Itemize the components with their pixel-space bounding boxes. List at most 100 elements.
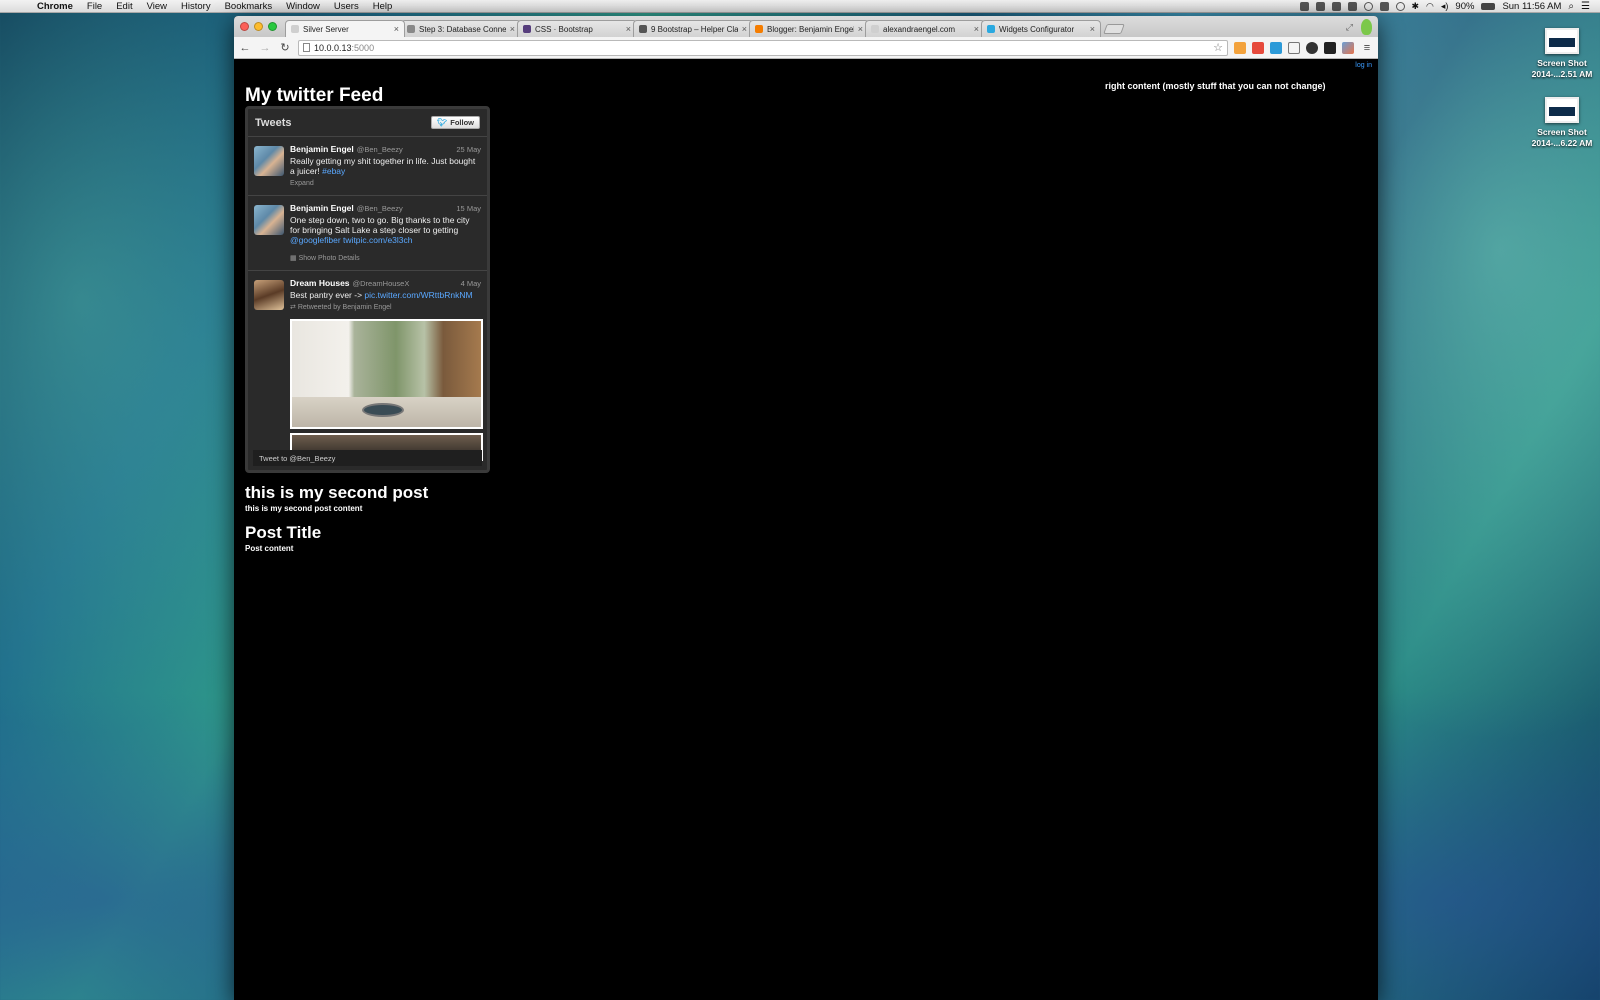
tweet-item[interactable]: Dream Houses @DreamHouseX 4 May Best pan… <box>248 271 487 467</box>
window-controls <box>240 16 277 37</box>
tweet-author-handle[interactable]: @Ben_Beezy <box>357 145 403 155</box>
mac-menubar: Chrome File Edit View History Bookmarks … <box>0 0 1600 13</box>
color-extension-icon[interactable] <box>1252 41 1264 54</box>
tab-close-icon[interactable]: × <box>394 24 399 34</box>
volume-icon[interactable]: ◂) <box>1441 1 1449 12</box>
wifi-icon[interactable]: ◠ <box>1426 1 1434 12</box>
menu-history[interactable]: History <box>174 1 218 12</box>
tab-close-icon[interactable]: × <box>858 24 863 34</box>
post-content: Post content <box>245 544 294 553</box>
show-photo-details-link[interactable]: ▦ Show Photo Details <box>290 254 481 264</box>
browser-tab[interactable]: Widgets Configurator × <box>981 20 1101 37</box>
tweet-hashtag-link[interactable]: #ebay <box>322 166 345 176</box>
chrome-menu-icon[interactable]: ≡ <box>1360 42 1374 54</box>
menu-bookmarks[interactable]: Bookmarks <box>218 1 280 12</box>
tweet-date[interactable]: 25 May <box>456 145 481 155</box>
battery-percent[interactable]: 90% <box>1455 1 1474 12</box>
bluetooth-icon[interactable]: ✱ <box>1412 1 1420 12</box>
evernote-extension-icon[interactable] <box>1361 19 1372 35</box>
new-tab-button[interactable] <box>1103 24 1125 34</box>
menubar-clock[interactable]: Sun 11:56 AM <box>1502 1 1561 12</box>
tweet-link[interactable]: @googlefiber twitpic.com/e3l3ch <box>290 235 413 245</box>
browser-tab[interactable]: Silver Server × <box>285 20 405 37</box>
timeline-header: Tweets 🐦︎ Follow <box>248 109 487 137</box>
back-button[interactable]: ← <box>238 42 252 54</box>
menu-file[interactable]: File <box>80 1 109 12</box>
tweet-expand-link[interactable]: Expand <box>290 179 481 189</box>
tab-title: Silver Server <box>303 24 349 34</box>
glasses-extension-icon[interactable] <box>1306 41 1318 54</box>
tab-close-icon[interactable]: × <box>974 24 979 34</box>
notification-bell-icon[interactable] <box>1331 1 1341 11</box>
app-status-icon[interactable] <box>1379 1 1389 11</box>
zoom-window-button[interactable] <box>268 22 277 31</box>
fullscreen-icon[interactable]: ⤢ <box>1346 22 1353 33</box>
browser-tab[interactable]: 9 Bootstrap – Helper Clas × <box>633 20 753 37</box>
tab-close-icon[interactable]: × <box>626 24 631 34</box>
address-bar[interactable]: 10.0.0.13:5000 ☆ <box>298 39 1228 56</box>
tweet-author-name[interactable]: Dream Houses <box>290 278 350 288</box>
tweet-date[interactable]: 4 May <box>461 279 481 289</box>
tweet-item[interactable]: Benjamin Engel @Ben_Beezy 15 May One ste… <box>248 196 487 271</box>
cast-extension-icon[interactable] <box>1288 41 1300 54</box>
menu-edit[interactable]: Edit <box>109 1 139 12</box>
rss-extension-icon[interactable] <box>1234 41 1246 54</box>
tweet-author-name[interactable]: Benjamin Engel <box>290 203 354 213</box>
puzzle-extension-icon[interactable] <box>1324 41 1336 54</box>
menu-window[interactable]: Window <box>279 1 327 12</box>
photo-icon: ▦ <box>290 255 299 262</box>
menu-help[interactable]: Help <box>366 1 400 12</box>
menu-view[interactable]: View <box>140 1 174 12</box>
tweet-author-handle[interactable]: @DreamHouseX <box>353 279 410 289</box>
blog-post: Post Title Post content <box>245 523 321 553</box>
forward-button[interactable]: → <box>258 42 272 54</box>
battery-icon[interactable] <box>1481 2 1496 10</box>
tab-close-icon[interactable]: × <box>510 24 515 34</box>
evernote-icon[interactable] <box>1299 1 1309 11</box>
reload-button[interactable]: ↻ <box>278 41 292 54</box>
close-window-button[interactable] <box>240 22 249 31</box>
avatar[interactable] <box>254 146 284 176</box>
tweet-photo[interactable] <box>290 319 483 429</box>
tab-close-icon[interactable]: × <box>742 24 747 34</box>
twitter-timeline-widget: Tweets 🐦︎ Follow Benjamin Engel @Ben_Bee… <box>245 106 490 473</box>
twitter-bird-icon: 🐦︎ <box>437 118 448 127</box>
menu-app-name[interactable]: Chrome <box>30 1 80 12</box>
eyedropper-extension-icon[interactable] <box>1342 41 1354 54</box>
menu-users[interactable]: Users <box>327 1 366 12</box>
tweet-to-box[interactable]: Tweet to @Ben_Beezy <box>253 450 482 466</box>
address-port: :5000 <box>351 42 375 53</box>
tweet-body: One step down, two to go. Big thanks to … <box>290 215 470 235</box>
tweet-author-name[interactable]: Benjamin Engel <box>290 144 354 154</box>
browser-tab[interactable]: CSS · Bootstrap × <box>517 20 637 37</box>
tweet-item[interactable]: Benjamin Engel @Ben_Beezy 25 May Really … <box>248 137 487 196</box>
login-link[interactable]: log in <box>1355 62 1372 69</box>
desktop-file-date: 2014-...6.22 AM <box>1531 138 1593 148</box>
avatar[interactable] <box>254 280 284 310</box>
tweet-author-handle[interactable]: @Ben_Beezy <box>357 204 403 214</box>
bookmark-star-icon[interactable]: ☆ <box>1213 41 1223 54</box>
follow-button[interactable]: 🐦︎ Follow <box>431 116 480 129</box>
notification-center-icon[interactable]: ☰ <box>1581 1 1590 12</box>
minimize-window-button[interactable] <box>254 22 263 31</box>
address-host: 10.0.0.13 <box>314 42 352 53</box>
time-machine-icon[interactable] <box>1395 1 1405 11</box>
display-icon[interactable] <box>1315 1 1325 11</box>
post-title: Post Title <box>245 523 322 542</box>
check-extension-icon[interactable] <box>1270 41 1282 54</box>
browser-tab[interactable]: alexandraengel.com × <box>865 20 985 37</box>
info-icon[interactable] <box>1363 1 1373 11</box>
browser-tab[interactable]: Step 3: Database Connecti × <box>401 20 521 37</box>
tab-title: Blogger: Benjamin Engel <box>767 24 854 34</box>
browser-tab[interactable]: Blogger: Benjamin Engel × <box>749 20 869 37</box>
desktop-file-screenshot-2[interactable]: Screen Shot 2014-...6.22 AM <box>1522 97 1600 149</box>
timeline-title: Tweets <box>255 116 292 129</box>
tab-close-icon[interactable]: × <box>1090 24 1095 34</box>
tweet-pic-link[interactable]: pic.twitter.com/WRttbRnkNM <box>364 290 472 300</box>
tweet-date[interactable]: 15 May <box>456 204 481 214</box>
desktop-file-screenshot-1[interactable]: Screen Shot 2014-...2.51 AM <box>1522 28 1600 80</box>
avatar[interactable] <box>254 205 284 235</box>
spotlight-search-icon[interactable]: ⌕ <box>1568 1 1574 12</box>
stop-icon[interactable] <box>1347 1 1357 11</box>
tab-favicon-icon <box>523 25 531 33</box>
